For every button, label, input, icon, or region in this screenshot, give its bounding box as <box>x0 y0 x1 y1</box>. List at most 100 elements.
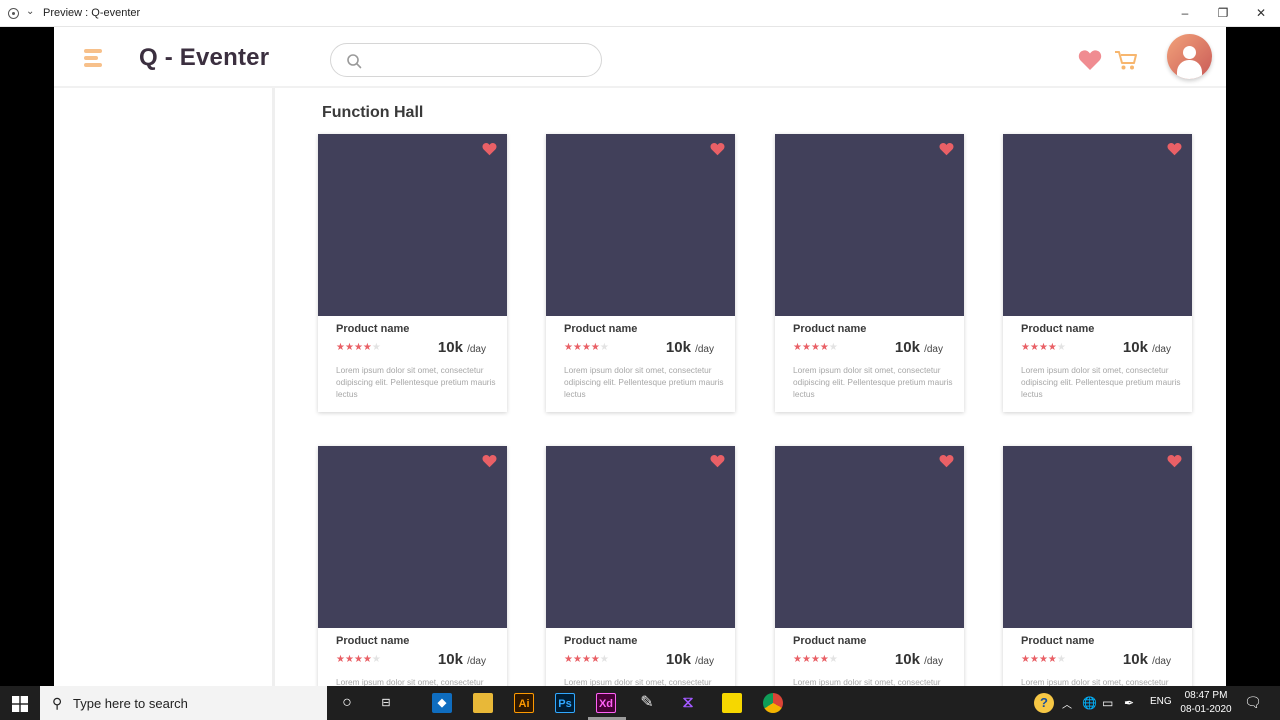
price-value: 10k <box>665 339 691 356</box>
clock-time: 08:47 PM <box>1184 690 1228 701</box>
favorite-heart-icon[interactable] <box>710 142 725 156</box>
main-content: Function Hall Product name ★★★★★ 10k /da… <box>278 88 1226 686</box>
favorite-heart-icon[interactable] <box>482 142 497 156</box>
product-card[interactable]: Product name ★★★★★ 10k /day Lorem ipsum … <box>318 446 507 686</box>
cart-icon[interactable] <box>1114 49 1138 71</box>
cortana-icon[interactable]: ○ <box>337 693 357 713</box>
price-unit: /day <box>924 656 943 667</box>
window-title: Preview : Q-eventer <box>43 7 141 19</box>
product-image <box>1003 446 1192 628</box>
clock[interactable]: 08:47 PM 08-01-2020 <box>1178 689 1234 717</box>
hamburger-menu-icon[interactable] <box>84 49 104 69</box>
maximize-button[interactable]: ❐ <box>1213 4 1233 22</box>
product-card[interactable]: Product name ★★★★★ 10k /day Lorem ipsum … <box>546 446 735 686</box>
product-image <box>1003 134 1192 316</box>
star-icon: ★ <box>336 342 345 353</box>
product-card[interactable]: Product name ★★★★★ 10k /day Lorem ipsum … <box>775 134 964 412</box>
product-description: Lorem ipsum dolor sit omet, consectetur … <box>336 677 484 686</box>
product-price: 10k /day <box>438 339 486 356</box>
product-name: Product name <box>564 635 638 647</box>
photoshop-icon[interactable]: Ps <box>555 693 575 713</box>
star-icon: ★ <box>801 342 811 353</box>
star-icon: ★ <box>572 342 582 353</box>
favorite-heart-icon[interactable] <box>710 454 725 468</box>
product-description: Lorem ipsum dolor sit omet, consectetur … <box>564 677 712 686</box>
search-bar[interactable] <box>330 43 602 77</box>
product-card[interactable]: Product name ★★★★★ 10k /day Lorem ipsum … <box>1003 446 1192 686</box>
product-price: 10k /day <box>895 339 943 356</box>
star-icon: ★ <box>828 654 838 665</box>
product-card[interactable]: Product name ★★★★★ 10k /day Lorem ipsum … <box>1003 134 1192 412</box>
star-icon: ★ <box>810 654 820 665</box>
product-image <box>775 446 964 628</box>
favorite-heart-icon[interactable] <box>939 142 954 156</box>
star-rating: ★★★★★ <box>1021 654 1066 665</box>
star-icon: ★ <box>801 654 811 665</box>
favorite-heart-icon[interactable] <box>1167 142 1182 156</box>
price-value: 10k <box>1122 651 1148 668</box>
avatar[interactable] <box>1167 34 1212 79</box>
product-name: Product name <box>1021 323 1095 335</box>
product-price: 10k /day <box>666 339 714 356</box>
help-icon[interactable]: ? <box>1034 693 1054 713</box>
battery-icon[interactable]: ▭ <box>1102 696 1113 710</box>
star-icon: ★ <box>599 342 609 353</box>
star-icon: ★ <box>344 342 354 353</box>
vscode-icon[interactable]: ◆ <box>432 693 452 713</box>
star-icon: ★ <box>1056 342 1066 353</box>
product-name: Product name <box>336 635 410 647</box>
tray-language[interactable]: ENG <box>1150 696 1172 707</box>
taskbar-search[interactable]: ⚲ Type here to search <box>40 686 327 720</box>
product-image <box>318 446 507 628</box>
star-rating: ★★★★★ <box>564 654 609 665</box>
sticky-notes-icon[interactable] <box>722 693 742 713</box>
taskbar: ⚲ Type here to search ○ ⊟ ◆ Ai Ps Xd ✎ ⧖… <box>0 686 1280 720</box>
xd-icon[interactable]: Xd <box>596 693 616 713</box>
visual-studio-icon[interactable]: ⧖ <box>678 693 698 713</box>
favorite-heart-icon[interactable] <box>939 454 954 468</box>
pencil-app-icon[interactable]: ✎ <box>637 693 657 713</box>
sidebar <box>54 88 275 686</box>
star-icon: ★ <box>1038 654 1048 665</box>
product-card[interactable]: Product name ★★★★★ 10k /day Lorem ipsum … <box>318 134 507 412</box>
price-value: 10k <box>437 339 463 356</box>
network-icon[interactable]: 🌐 <box>1082 696 1097 710</box>
star-icon: ★ <box>362 342 372 353</box>
star-icon: ★ <box>564 654 573 665</box>
price-unit: /day <box>467 344 486 355</box>
product-image <box>546 134 735 316</box>
window-titlebar: ⌄ Preview : Q-eventer – ❐ ✕ <box>0 0 1280 27</box>
heart-icon[interactable] <box>1078 49 1102 71</box>
task-view-icon[interactable]: ⊟ <box>376 693 396 713</box>
product-card[interactable]: Product name ★★★★★ 10k /day Lorem ipsum … <box>546 134 735 412</box>
star-icon: ★ <box>1021 654 1030 665</box>
favorite-heart-icon[interactable] <box>482 454 497 468</box>
file-explorer-icon[interactable] <box>473 693 493 713</box>
star-icon: ★ <box>371 342 381 353</box>
search-input[interactable] <box>371 50 591 72</box>
price-unit: /day <box>1152 344 1171 355</box>
star-rating: ★★★★★ <box>793 342 838 353</box>
search-icon <box>347 54 362 69</box>
chevron-down-icon[interactable]: ⌄ <box>26 6 34 17</box>
section-title: Function Hall <box>322 104 424 121</box>
product-image <box>318 134 507 316</box>
star-icon: ★ <box>1029 654 1039 665</box>
product-name: Product name <box>1021 635 1095 647</box>
close-button[interactable]: ✕ <box>1251 4 1271 22</box>
minimize-button[interactable]: – <box>1175 4 1195 22</box>
product-name: Product name <box>336 323 410 335</box>
notifications-icon[interactable]: 🗨 <box>1244 694 1262 711</box>
product-card[interactable]: Product name ★★★★★ 10k /day Lorem ipsum … <box>775 446 964 686</box>
windows-start-icon[interactable] <box>12 696 28 712</box>
tray-chevron-up-icon[interactable]: ︿ <box>1062 696 1072 711</box>
star-rating: ★★★★★ <box>564 342 609 353</box>
pen-icon[interactable]: ✒ <box>1124 696 1134 710</box>
chrome-icon[interactable] <box>763 693 783 713</box>
illustrator-icon[interactable]: Ai <box>514 693 534 713</box>
favorite-heart-icon[interactable] <box>1167 454 1182 468</box>
star-icon: ★ <box>590 342 600 353</box>
star-rating: ★★★★★ <box>793 654 838 665</box>
product-description: Lorem ipsum dolor sit omet, consectetur … <box>1021 365 1181 399</box>
price-value: 10k <box>665 651 691 668</box>
